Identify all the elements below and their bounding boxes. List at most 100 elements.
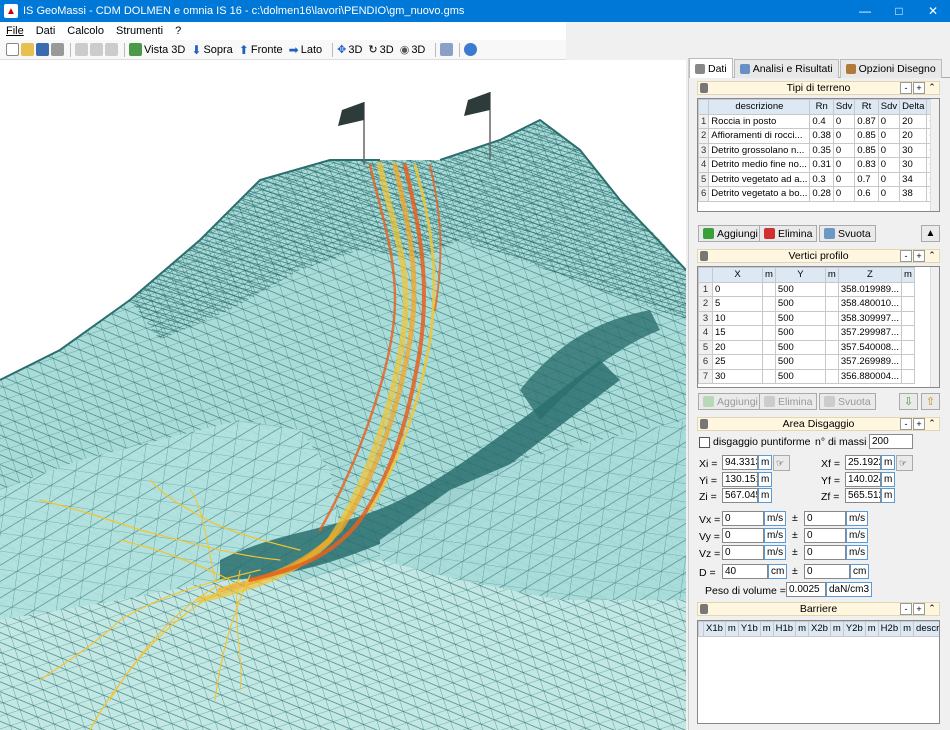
cut-icon[interactable] xyxy=(75,43,88,56)
barriere-col-header[interactable]: Y1b xyxy=(737,621,761,637)
terreni-table[interactable]: descrizione Rn Sdv Rt Sdv Delta 1 Roccia in po… xyxy=(697,98,940,212)
copy-icon[interactable] xyxy=(90,43,103,56)
table-row[interactable]: 6Detrito vegetato a bo...0.2800.6038C xyxy=(698,186,939,202)
table-cell[interactable]: 358.019989... xyxy=(837,281,902,297)
help-icon[interactable] xyxy=(464,43,478,56)
puntiforme-checkbox[interactable] xyxy=(699,437,710,448)
table-cell[interactable]: 500 xyxy=(774,354,826,370)
table-cell[interactable]: 15 xyxy=(712,325,763,341)
table-row[interactable]: 6 25 500 357.269989... xyxy=(698,354,915,370)
table-cell[interactable]: 30 xyxy=(899,142,928,158)
terreni-col-sdv2[interactable]: Sdv xyxy=(877,99,901,115)
table-cell[interactable]: 0.38 xyxy=(809,128,834,144)
vx-dev-input[interactable]: 0 xyxy=(804,511,846,526)
sopra-button[interactable]: ⬇ Sopra xyxy=(191,43,232,57)
table-row[interactable]: 4Detrito medio fine no...0.3100.83030C xyxy=(698,157,939,173)
table-cell[interactable]: 356.880004... xyxy=(837,368,902,384)
export-button[interactable]: ⇧ xyxy=(921,393,940,410)
chevron-up-icon[interactable]: ⌃ xyxy=(926,418,938,430)
chevron-up-icon[interactable]: ⌃ xyxy=(926,82,938,94)
table-cell[interactable]: 20 xyxy=(899,128,928,144)
terreni-col-sdv[interactable]: Sdv xyxy=(832,99,856,115)
menu-calcolo[interactable]: Calcolo xyxy=(61,25,110,37)
barriere-col-header[interactable]: descrizi xyxy=(913,621,939,637)
app-icon[interactable]: ▲ xyxy=(4,4,18,18)
terreni-col-rt[interactable]: Rt xyxy=(854,99,879,115)
vertici-col-z[interactable]: Z xyxy=(837,267,902,283)
table-row[interactable]: 5 20 500 357.540008... xyxy=(698,339,915,355)
table-cell[interactable]: 0 xyxy=(877,186,901,202)
table-cell[interactable]: 25 xyxy=(712,354,763,370)
table-cell[interactable]: 5 xyxy=(712,296,763,312)
vy-dev-input[interactable]: 0 xyxy=(804,528,846,543)
expand-button[interactable]: + xyxy=(913,603,925,615)
pick-end-button[interactable]: ☞ xyxy=(896,455,913,471)
d-dev-input[interactable]: 0 xyxy=(804,564,850,579)
terreni-elimina-button[interactable]: Elimina xyxy=(759,225,818,242)
close-button[interactable]: ✕ xyxy=(916,0,950,22)
xf-input[interactable]: 25.1922 xyxy=(845,455,881,470)
table-cell[interactable]: 500 xyxy=(774,368,826,384)
vx-input[interactable]: 0 xyxy=(722,511,764,526)
table-cell[interactable]: 0.6 xyxy=(854,186,879,202)
collapse-button[interactable]: - xyxy=(900,250,912,262)
table-cell[interactable]: Affioramenti di rocci... xyxy=(708,128,811,144)
table-cell[interactable]: 10 xyxy=(712,310,763,326)
terreni-col-rn[interactable]: Rn xyxy=(809,99,834,115)
table-cell[interactable]: Detrito grossolano n... xyxy=(708,142,811,158)
vertici-table[interactable]: XmYmZm 1 0 500 358.019989... 2 5 500 358.480010… xyxy=(697,266,940,388)
table-cell[interactable]: 357.540008... xyxy=(837,339,902,355)
lato-button[interactable]: ➡ Lato xyxy=(289,43,322,57)
table-row[interactable]: 1Roccia in posto0.400.87020C xyxy=(698,113,939,129)
table-cell[interactable]: 0 xyxy=(832,142,856,158)
table-cell[interactable]: 357.299987... xyxy=(837,325,902,341)
table-row[interactable]: 3 10 500 358.309997... xyxy=(698,310,915,326)
table-cell[interactable]: 0 xyxy=(832,157,856,173)
table-cell[interactable]: 0.28 xyxy=(809,186,834,202)
table-cell[interactable]: 0.87 xyxy=(854,113,879,129)
peso-input[interactable]: 0.0025 xyxy=(786,582,826,597)
table-cell[interactable]: Detrito medio fine no... xyxy=(708,157,811,173)
table-cell[interactable]: 500 xyxy=(774,296,826,312)
terreni-scrollbar[interactable] xyxy=(930,99,939,211)
table-cell[interactable]: 0.3 xyxy=(809,171,834,187)
terreni-col-delta[interactable]: Delta xyxy=(899,99,928,115)
table-row[interactable]: 3Detrito grossolano n...0.3500.85030C xyxy=(698,142,939,158)
expand-button[interactable]: + xyxy=(913,250,925,262)
menu-file[interactable]: File xyxy=(0,25,30,37)
table-cell[interactable]: 0 xyxy=(832,186,856,202)
table-cell[interactable]: 358.309997... xyxy=(837,310,902,326)
terreni-aggiungi-button[interactable]: Aggiungi xyxy=(698,225,763,242)
fronte-button[interactable]: ⬆ Fronte xyxy=(239,43,283,57)
collapse-button[interactable]: - xyxy=(900,82,912,94)
print-icon[interactable] xyxy=(51,43,64,56)
pick-start-button[interactable]: ☞ xyxy=(773,455,790,471)
vertici-col-x[interactable]: X xyxy=(712,267,763,283)
table-cell[interactable]: 0 xyxy=(877,142,901,158)
chevron-up-icon[interactable]: ⌃ xyxy=(926,603,938,615)
table-cell[interactable]: 0 xyxy=(877,113,901,129)
terrain-view-button[interactable]: ▲ xyxy=(921,225,940,242)
menu-strumenti[interactable]: Strumenti xyxy=(110,25,169,37)
tab-opzioni[interactable]: Opzioni Disegno xyxy=(839,59,942,78)
table-cell[interactable]: 500 xyxy=(774,310,826,326)
table-cell[interactable]: 38 xyxy=(899,186,928,202)
table-cell[interactable]: 0.35 xyxy=(809,142,834,158)
vertici-aggiungi-button[interactable]: Aggiungi xyxy=(698,393,763,410)
zf-input[interactable]: 565.512 xyxy=(845,488,881,503)
vy-input[interactable]: 0 xyxy=(722,528,764,543)
table-cell[interactable]: 358.480010... xyxy=(837,296,902,312)
barriere-col-header[interactable]: H2b xyxy=(877,621,902,637)
d-input[interactable]: 40 xyxy=(722,564,768,579)
barriere-col-header[interactable]: Y2b xyxy=(842,621,866,637)
table-cell[interactable]: 0.4 xyxy=(809,113,834,129)
vertici-scrollbar[interactable] xyxy=(930,267,939,387)
menu-dati[interactable]: Dati xyxy=(30,25,62,37)
vertici-svuota-button[interactable]: Svuota xyxy=(819,393,876,410)
table-row[interactable]: 1 0 500 358.019989... xyxy=(698,281,915,297)
table-row[interactable]: 2 5 500 358.480010... xyxy=(698,296,915,312)
table-cell[interactable]: 30 xyxy=(712,368,763,384)
expand-button[interactable]: + xyxy=(913,418,925,430)
zoom-3d-button[interactable]: ◉ 3D xyxy=(400,43,426,57)
xi-input[interactable]: 94.3313 xyxy=(722,455,758,470)
